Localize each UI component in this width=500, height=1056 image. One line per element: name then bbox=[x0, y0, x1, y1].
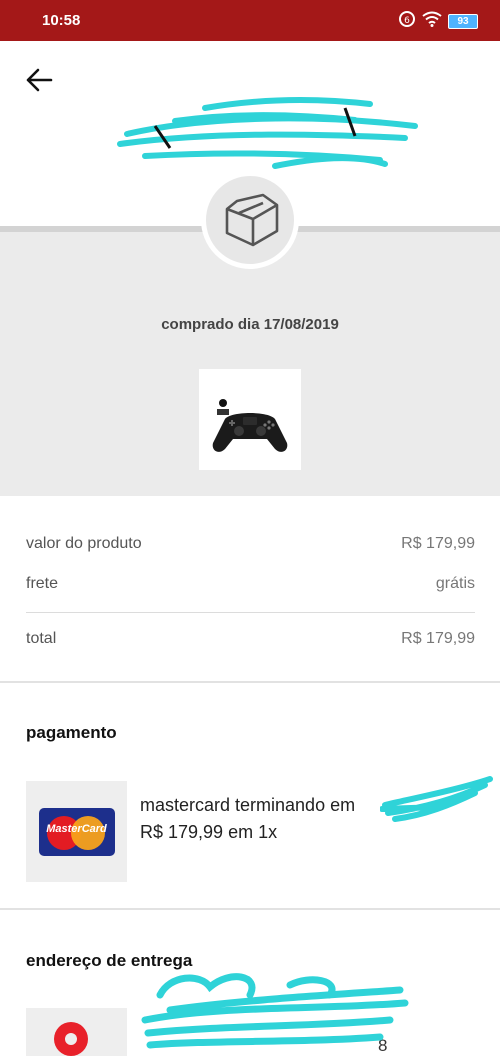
card-thumbnail: MasterCard bbox=[26, 781, 127, 882]
mastercard-logo: MasterCard bbox=[38, 807, 115, 856]
status-icons: 6 93 bbox=[398, 10, 478, 33]
section-divider bbox=[0, 908, 500, 910]
svg-text:6: 6 bbox=[404, 16, 410, 26]
product-image[interactable] bbox=[199, 369, 301, 470]
redaction-scribble bbox=[141, 973, 409, 1049]
package-icon bbox=[225, 193, 279, 247]
total-value: R$ 179,99 bbox=[401, 630, 475, 647]
divider bbox=[26, 612, 475, 613]
summary-row-product-value: valor do produto R$ 179,99 bbox=[26, 524, 475, 564]
arrow-left-icon bbox=[26, 68, 53, 92]
data-saver-icon: 6 bbox=[398, 10, 416, 33]
payment-title: pagamento bbox=[26, 723, 117, 742]
redaction-scribble bbox=[117, 97, 418, 169]
card-description: mastercard terminando em bbox=[140, 795, 356, 815]
status-bar: 10:58 6 93 bbox=[0, 0, 500, 41]
summary-row-shipping: frete grátis bbox=[26, 564, 475, 604]
price-summary: valor do produto R$ 179,99 frete grátis … bbox=[26, 496, 475, 659]
game-controller-icon bbox=[212, 398, 288, 452]
card-brand: MasterCard bbox=[46, 822, 107, 835]
summary-row-total: total R$ 179,99 bbox=[26, 619, 475, 659]
redaction-scribble bbox=[380, 776, 493, 822]
purchase-date: comprado dia 17/08/2019 bbox=[161, 316, 339, 333]
row-value: grátis bbox=[435, 575, 475, 592]
row-value: R$ 179,99 bbox=[401, 535, 475, 552]
section-divider bbox=[0, 681, 500, 683]
status-time: 10:58 bbox=[42, 12, 81, 29]
total-label: total bbox=[26, 630, 57, 647]
battery-icon: 93 bbox=[448, 13, 478, 29]
row-label: frete bbox=[26, 575, 59, 592]
address-thumbnail bbox=[26, 1008, 127, 1056]
back-button[interactable] bbox=[22, 63, 56, 97]
package-badge bbox=[201, 171, 299, 269]
installments: R$ 179,99 em 1x bbox=[140, 822, 278, 842]
wifi-icon bbox=[422, 11, 442, 32]
row-label: valor do produto bbox=[26, 535, 142, 552]
